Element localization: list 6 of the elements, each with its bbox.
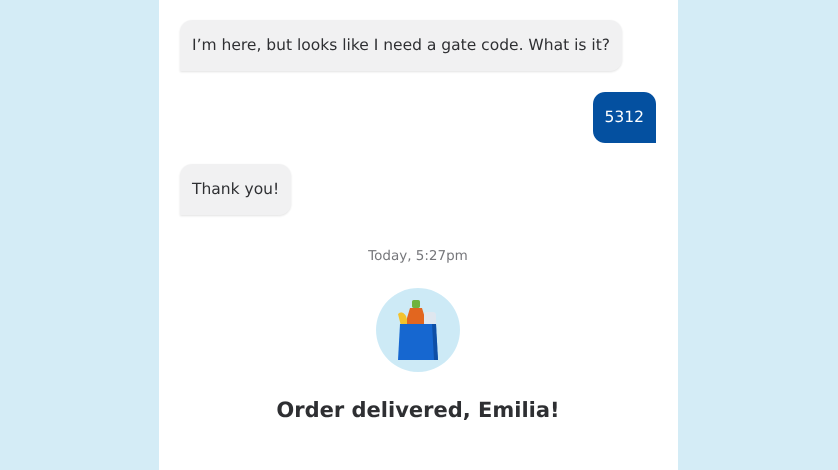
message-bubble: 5312 xyxy=(592,92,656,143)
message-bubble: Thank you! xyxy=(180,164,292,215)
grocery-bag-icon xyxy=(376,288,460,372)
delivery-status-title: Order delivered, Emilia! xyxy=(275,398,561,422)
timestamp: Today, 5:27pm xyxy=(367,248,469,264)
message-bubble: I’m here, but looks like I need a gate code. What is it? xyxy=(180,20,622,71)
